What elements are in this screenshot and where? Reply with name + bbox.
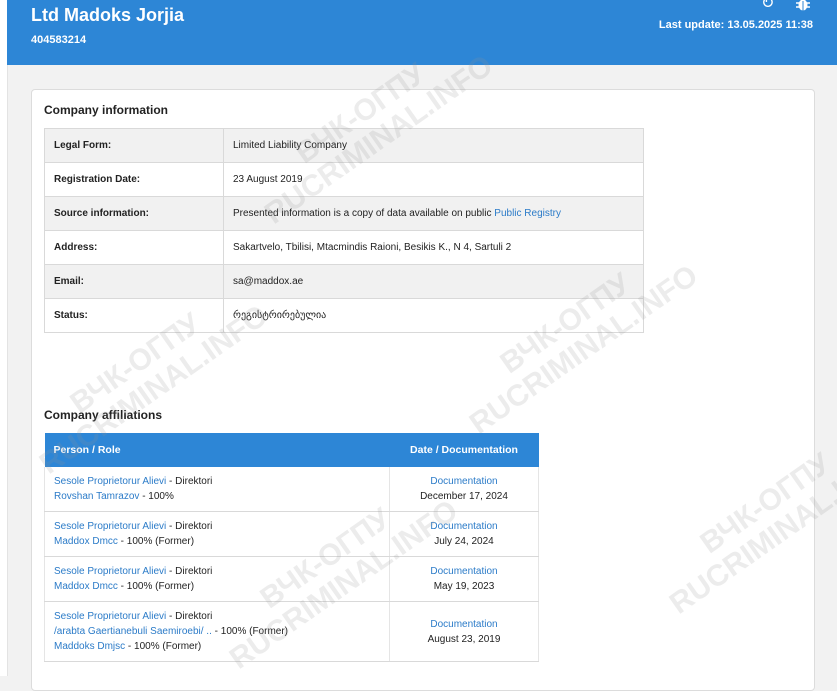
affiliations-header-row: Person / Role Date / Documentation xyxy=(44,433,539,467)
person-link[interactable]: Sesole Proprietorur Alievi xyxy=(54,611,166,622)
info-value-cell: Presented information is a copy of data … xyxy=(223,196,644,231)
person-link[interactable]: Maddox Dmcc xyxy=(54,581,118,592)
table-row: Sesole Proprietorur Alievi - Direktori R… xyxy=(44,467,539,512)
person-link[interactable]: /arabta Gaertianebuli Saemiroebi/ .. xyxy=(54,626,212,637)
company-title: Ltd Madoks Jorjia xyxy=(31,5,185,25)
info-row-registration-date: Registration Date: 23 August 2019 xyxy=(44,162,644,197)
column-header-date: Date / Documentation xyxy=(389,433,539,467)
bug-icon[interactable] xyxy=(795,0,811,12)
person-link[interactable]: Rovshan Tamrazov xyxy=(54,491,139,502)
company-header: Ltd Madoks Jorjia 404583214 ↻ Last updat… xyxy=(7,0,837,65)
company-info-title: Company information xyxy=(44,103,169,117)
doc-cell: Documentation December 17, 2024 xyxy=(389,467,539,512)
table-row: Sesole Proprietorur Alievi - Direktori /… xyxy=(44,601,539,662)
info-label: Address: xyxy=(44,230,224,265)
info-label: Registration Date: xyxy=(44,162,224,197)
info-row-status: Status: რეგისტრირებულია xyxy=(44,298,644,333)
info-label: Source information: xyxy=(44,196,224,231)
doc-cell: Documentation August 23, 2019 xyxy=(389,601,539,662)
info-row-email: Email: sa@maddox.ae xyxy=(44,264,644,299)
info-row-address: Address: Sakartvelo, Tbilisi, Mtacmindis… xyxy=(44,230,644,265)
refresh-icon[interactable]: ↻ xyxy=(761,0,777,12)
doc-date: May 19, 2023 xyxy=(433,581,495,592)
last-update: Last update: 13.05.2025 11:38 xyxy=(658,19,813,31)
doc-date: July 24, 2024 xyxy=(434,536,494,547)
person-link[interactable]: Sesole Proprietorur Alievi xyxy=(54,566,166,577)
affiliations-title: Company affiliations xyxy=(44,408,163,422)
info-value: რეგისტრირებულია xyxy=(223,298,644,333)
company-id-code: 404583214 xyxy=(31,34,87,46)
column-header-person: Person / Role xyxy=(44,433,390,467)
info-value: Presented information is a copy of data … xyxy=(233,208,495,219)
role-text: - 100% (Former) xyxy=(211,626,288,637)
info-row-source: Source information: Presented informatio… xyxy=(44,196,644,231)
affiliations-table: Person / Role Date / Documentation Sesol… xyxy=(44,433,539,662)
role-text: - Direktori xyxy=(166,611,213,622)
person-link[interactable]: Sesole Proprietorur Alievi xyxy=(54,521,166,532)
company-info-table: Legal Form: Limited Liability Company Re… xyxy=(44,128,644,333)
person-link[interactable]: Sesole Proprietorur Alievi xyxy=(54,476,166,487)
public-registry-link[interactable]: Public Registry xyxy=(494,208,561,219)
table-row: Sesole Proprietorur Alievi - Direktori M… xyxy=(44,556,539,602)
role-text: - Direktori xyxy=(166,476,213,487)
info-value: Sakartvelo, Tbilisi, Mtacmindis Raioni, … xyxy=(223,230,644,265)
role-text: - 100% (Former) xyxy=(117,536,195,547)
role-text: - Direktori xyxy=(166,566,213,577)
doc-date: December 17, 2024 xyxy=(420,491,508,502)
person-cell: Sesole Proprietorur Alievi - Direktori M… xyxy=(44,556,390,602)
info-value: 23 August 2019 xyxy=(223,162,644,197)
documentation-link[interactable]: Documentation xyxy=(430,476,497,487)
table-row: Sesole Proprietorur Alievi - Direktori M… xyxy=(44,511,539,557)
documentation-link[interactable]: Documentation xyxy=(430,521,497,532)
person-link[interactable]: Maddoks Dmjsc xyxy=(54,641,125,652)
person-cell: Sesole Proprietorur Alievi - Direktori M… xyxy=(44,511,390,557)
info-label: Email: xyxy=(44,264,224,299)
info-label: Legal Form: xyxy=(44,128,224,163)
documentation-link[interactable]: Documentation xyxy=(430,566,497,577)
info-row-legal-form: Legal Form: Limited Liability Company xyxy=(44,128,644,163)
person-cell: Sesole Proprietorur Alievi - Direktori R… xyxy=(44,467,390,512)
role-text: - 100% (Former) xyxy=(117,581,195,592)
info-value: Limited Liability Company xyxy=(223,128,644,163)
person-link[interactable]: Maddox Dmcc xyxy=(54,536,118,547)
doc-cell: Documentation July 24, 2024 xyxy=(389,511,539,557)
info-value: sa@maddox.ae xyxy=(223,264,644,299)
doc-date: August 23, 2019 xyxy=(427,633,501,645)
person-cell: Sesole Proprietorur Alievi - Direktori /… xyxy=(44,601,390,662)
role-text: - 100% xyxy=(139,491,174,502)
documentation-link[interactable]: Documentation xyxy=(430,619,497,630)
info-label: Status: xyxy=(44,298,224,333)
role-text: - 100% (Former) xyxy=(125,641,202,652)
left-edge xyxy=(0,0,8,676)
role-text: - Direktori xyxy=(166,521,213,532)
doc-cell: Documentation May 19, 2023 xyxy=(389,556,539,602)
